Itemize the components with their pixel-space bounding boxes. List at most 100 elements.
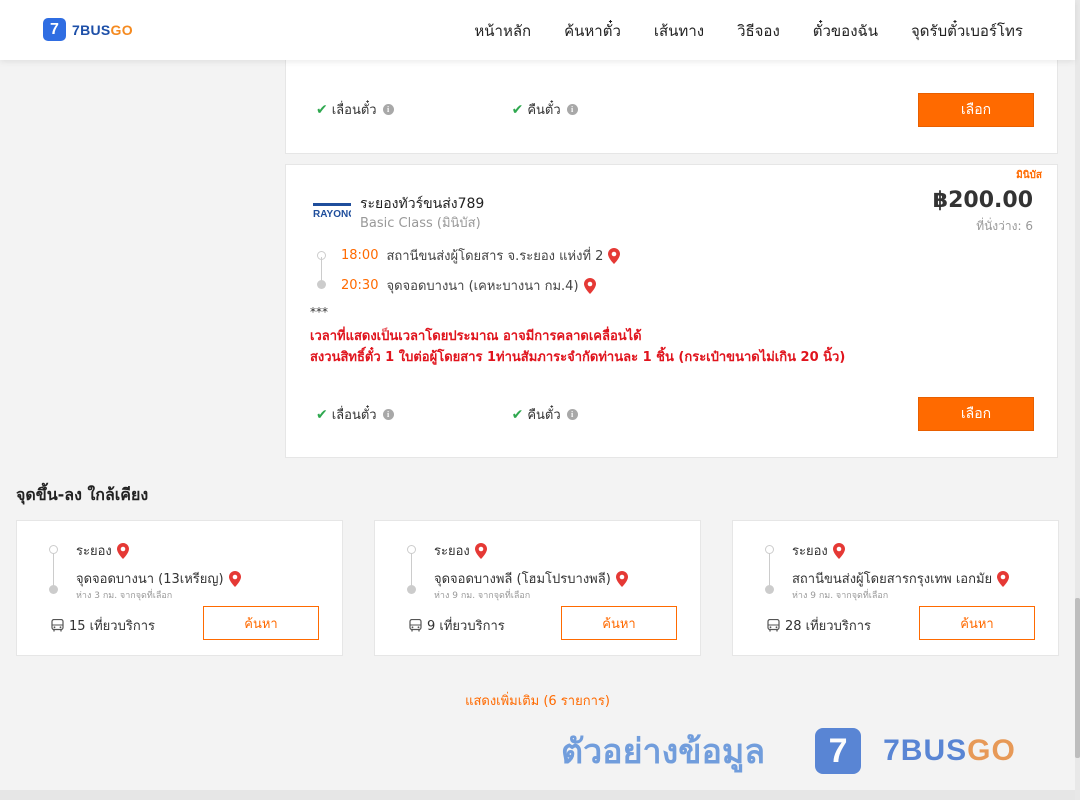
origin-label: ระยอง [434, 544, 470, 559]
search-nearby-button[interactable]: ค้นหา [561, 606, 677, 640]
ticket-price: ฿200.00 [932, 188, 1033, 213]
watermark-text: ตัวอย่างข้อมูล [561, 732, 766, 772]
main-nav: หน้าหลัก ค้นหาตั๋ว เส้นทาง วิธีจอง ตั๋วข… [474, 19, 1023, 43]
map-pin-icon[interactable] [608, 247, 621, 264]
arrival-time: 20:30 [341, 278, 379, 293]
check-icon: ✔ [511, 101, 524, 118]
feature-change-ticket: ✔ เลื่อนตั๋ว i [316, 404, 394, 425]
nav-how-to-book[interactable]: วิธีจอง [737, 19, 780, 43]
nearby-destination: สถานีขนส่งผู้โดยสารกรุงเทพ เอกมัย [792, 568, 1010, 589]
trip-features: ✔ เลื่อนตั๋ว i ✔ คืนตั๋ว i [316, 404, 578, 425]
trip-features: ✔ เลื่อนตั๋ว i ✔ คืนตั๋ว i [316, 99, 578, 120]
map-pin-icon[interactable] [116, 542, 129, 559]
bus-icon [409, 619, 422, 632]
map-pin-icon[interactable] [583, 277, 596, 294]
feature-label: คืนตั๋ว [527, 408, 561, 423]
feature-refund-ticket: ✔ คืนตั๋ว i [512, 99, 578, 120]
departure-location: สถานีขนส่งผู้โดยสาร จ.ระยอง แห่งที่ 2 [386, 249, 604, 264]
origin-label: ระยอง [792, 544, 828, 559]
footer-edge [0, 790, 1075, 800]
trip-count: 28 เที่ยวบริการ [767, 615, 871, 636]
nearby-destination: จุดจอดบางพลี (โฮมโปรบางพลี) [434, 568, 628, 589]
destination-dot [407, 585, 416, 594]
logo-wordmark: 7BUSGO [72, 21, 133, 38]
destination-dot [765, 585, 774, 594]
trip-count-label: 9 เที่ยวบริการ [427, 619, 505, 634]
nav-routes[interactable]: เส้นทาง [654, 19, 704, 43]
feature-label: เลื่อนตั๋ว [331, 103, 377, 118]
check-icon: ✔ [511, 406, 524, 423]
info-icon[interactable]: i [566, 104, 578, 115]
show-more-row: แสดงเพิ่มเติม (6 รายการ) [0, 690, 1075, 711]
operator-logo: RAYONG [313, 203, 351, 219]
route-line [769, 553, 770, 589]
info-icon[interactable]: i [382, 104, 394, 115]
departure-stop: 18:00 สถานีขนส่งผู้โดยสาร จ.ระยอง แห่งที… [341, 245, 621, 266]
arrival-dot [317, 280, 326, 289]
map-pin-icon[interactable] [832, 542, 845, 559]
select-trip-button[interactable]: เลือก [918, 397, 1034, 431]
search-nearby-button[interactable]: ค้นหา [203, 606, 319, 640]
nearby-distance: ห่าง 9 กม. จากจุดที่เลือก [792, 591, 889, 601]
nearby-destination: จุดจอดบางนา (13เหรียญ) [76, 568, 241, 589]
trip-card: มินิบัส RAYONG ระยองทัวร์ขนส่ง789 Basic … [285, 164, 1058, 458]
bus-icon [767, 619, 780, 632]
route-line [53, 553, 54, 589]
show-more-link[interactable]: แสดงเพิ่มเติม (6 รายการ) [465, 694, 610, 709]
arrival-stop: 20:30 จุดจอดบางนา (เคหะบางนา กม.4) [341, 275, 596, 296]
route-line [411, 553, 412, 589]
feature-change-ticket: ✔ เลื่อนตั๋ว i [316, 99, 394, 120]
destination-label: จุดจอดบางพลี (โฮมโปรบางพลี) [434, 572, 611, 587]
nav-home[interactable]: หน้าหลัก [474, 19, 531, 43]
nearby-origin: ระยอง [76, 540, 129, 561]
map-pin-icon[interactable] [615, 570, 628, 587]
trip-count-label: 15 เที่ยวบริการ [69, 619, 155, 634]
sample-data-watermark: ตัวอย่างข้อมูล 7 7BUSGO [561, 724, 1016, 778]
logo-icon: 7 [43, 18, 66, 41]
nearby-card: ระยอง สถานีขนส่งผู้โดยสารกรุงเทพ เอกมัย … [732, 520, 1059, 656]
watermark-logo-icon: 7 [815, 728, 862, 774]
site-logo[interactable]: 7 7BUSGO [43, 18, 133, 41]
page-scrollbar[interactable] [1075, 0, 1080, 800]
check-icon: ✔ [316, 101, 328, 118]
trip-count: 15 เที่ยวบริการ [51, 615, 155, 636]
trip-count-label: 28 เที่ยวบริการ [785, 619, 871, 634]
origin-label: ระยอง [76, 544, 112, 559]
nearby-origin: ระยอง [792, 540, 845, 561]
nearby-distance: ห่าง 9 กม. จากจุดที่เลือก [434, 591, 531, 601]
top-header: 7 7BUSGO หน้าหลัก ค้นหาตั๋ว เส้นทาง วิธี… [0, 0, 1075, 60]
map-pin-icon[interactable] [228, 570, 241, 587]
nearby-origin: ระยอง [434, 540, 487, 561]
vehicle-type-badge: มินิบัส [1016, 170, 1042, 181]
destination-label: สถานีขนส่งผู้โดยสารกรุงเทพ เอกมัย [792, 572, 993, 587]
search-nearby-button[interactable]: ค้นหา [919, 606, 1035, 640]
nearby-card: ระยอง จุดจอดบางนา (13เหรียญ) ห่าง 3 กม. … [16, 520, 343, 656]
bus-icon [51, 619, 64, 632]
nav-my-tickets[interactable]: ตั๋วของฉัน [813, 19, 878, 43]
watermark-brand: 7BUSGO [883, 734, 1016, 767]
nearby-card: ระยอง จุดจอดบางพลี (โฮมโปรบางพลี) ห่าง 9… [374, 520, 701, 656]
info-icon[interactable]: i [566, 409, 578, 420]
map-pin-icon[interactable] [474, 542, 487, 559]
trip-card-previous: ✔ เลื่อนตั๋ว i ✔ คืนตั๋ว i เลือก [285, 58, 1058, 154]
nearby-distance: ห่าง 3 กม. จากจุดที่เลือก [76, 591, 173, 601]
info-icon[interactable]: i [382, 409, 394, 420]
feature-label: คืนตั๋ว [527, 103, 561, 118]
note-marker: *** [310, 305, 328, 319]
feature-label: เลื่อนตั๋ว [331, 408, 377, 423]
map-pin-icon[interactable] [997, 570, 1010, 587]
scrollbar-thumb[interactable] [1075, 598, 1080, 758]
note-time-disclaimer: เวลาที่แสดงเป็นเวลาโดยประมาณ อาจมีการคลา… [310, 329, 642, 344]
bus-class: Basic Class (มินิบัส) [360, 216, 481, 231]
departure-time: 18:00 [341, 248, 379, 263]
destination-label: จุดจอดบางนา (13เหรียญ) [76, 572, 224, 587]
nav-search-tickets[interactable]: ค้นหาตั๋ว [564, 19, 621, 43]
operator-logo-text: RAYONG [313, 209, 351, 219]
nearby-section-title: จุดขึ้น-ลง ใกล้เคียง [16, 485, 149, 504]
arrival-location: จุดจอดบางนา (เคหะบางนา กม.4) [386, 279, 579, 294]
note-baggage-policy: สงวนสิทธิ์ตั๋ว 1 ใบต่อผู้โดยสาร 1ท่านสัม… [310, 350, 846, 365]
select-trip-button[interactable]: เลือก [918, 93, 1034, 127]
nav-phone-ticket-pickup[interactable]: จุดรับตั๋วเบอร์โทร [911, 19, 1023, 43]
seats-available: ที่นั่งว่าง: 6 [976, 219, 1033, 233]
destination-dot [49, 585, 58, 594]
